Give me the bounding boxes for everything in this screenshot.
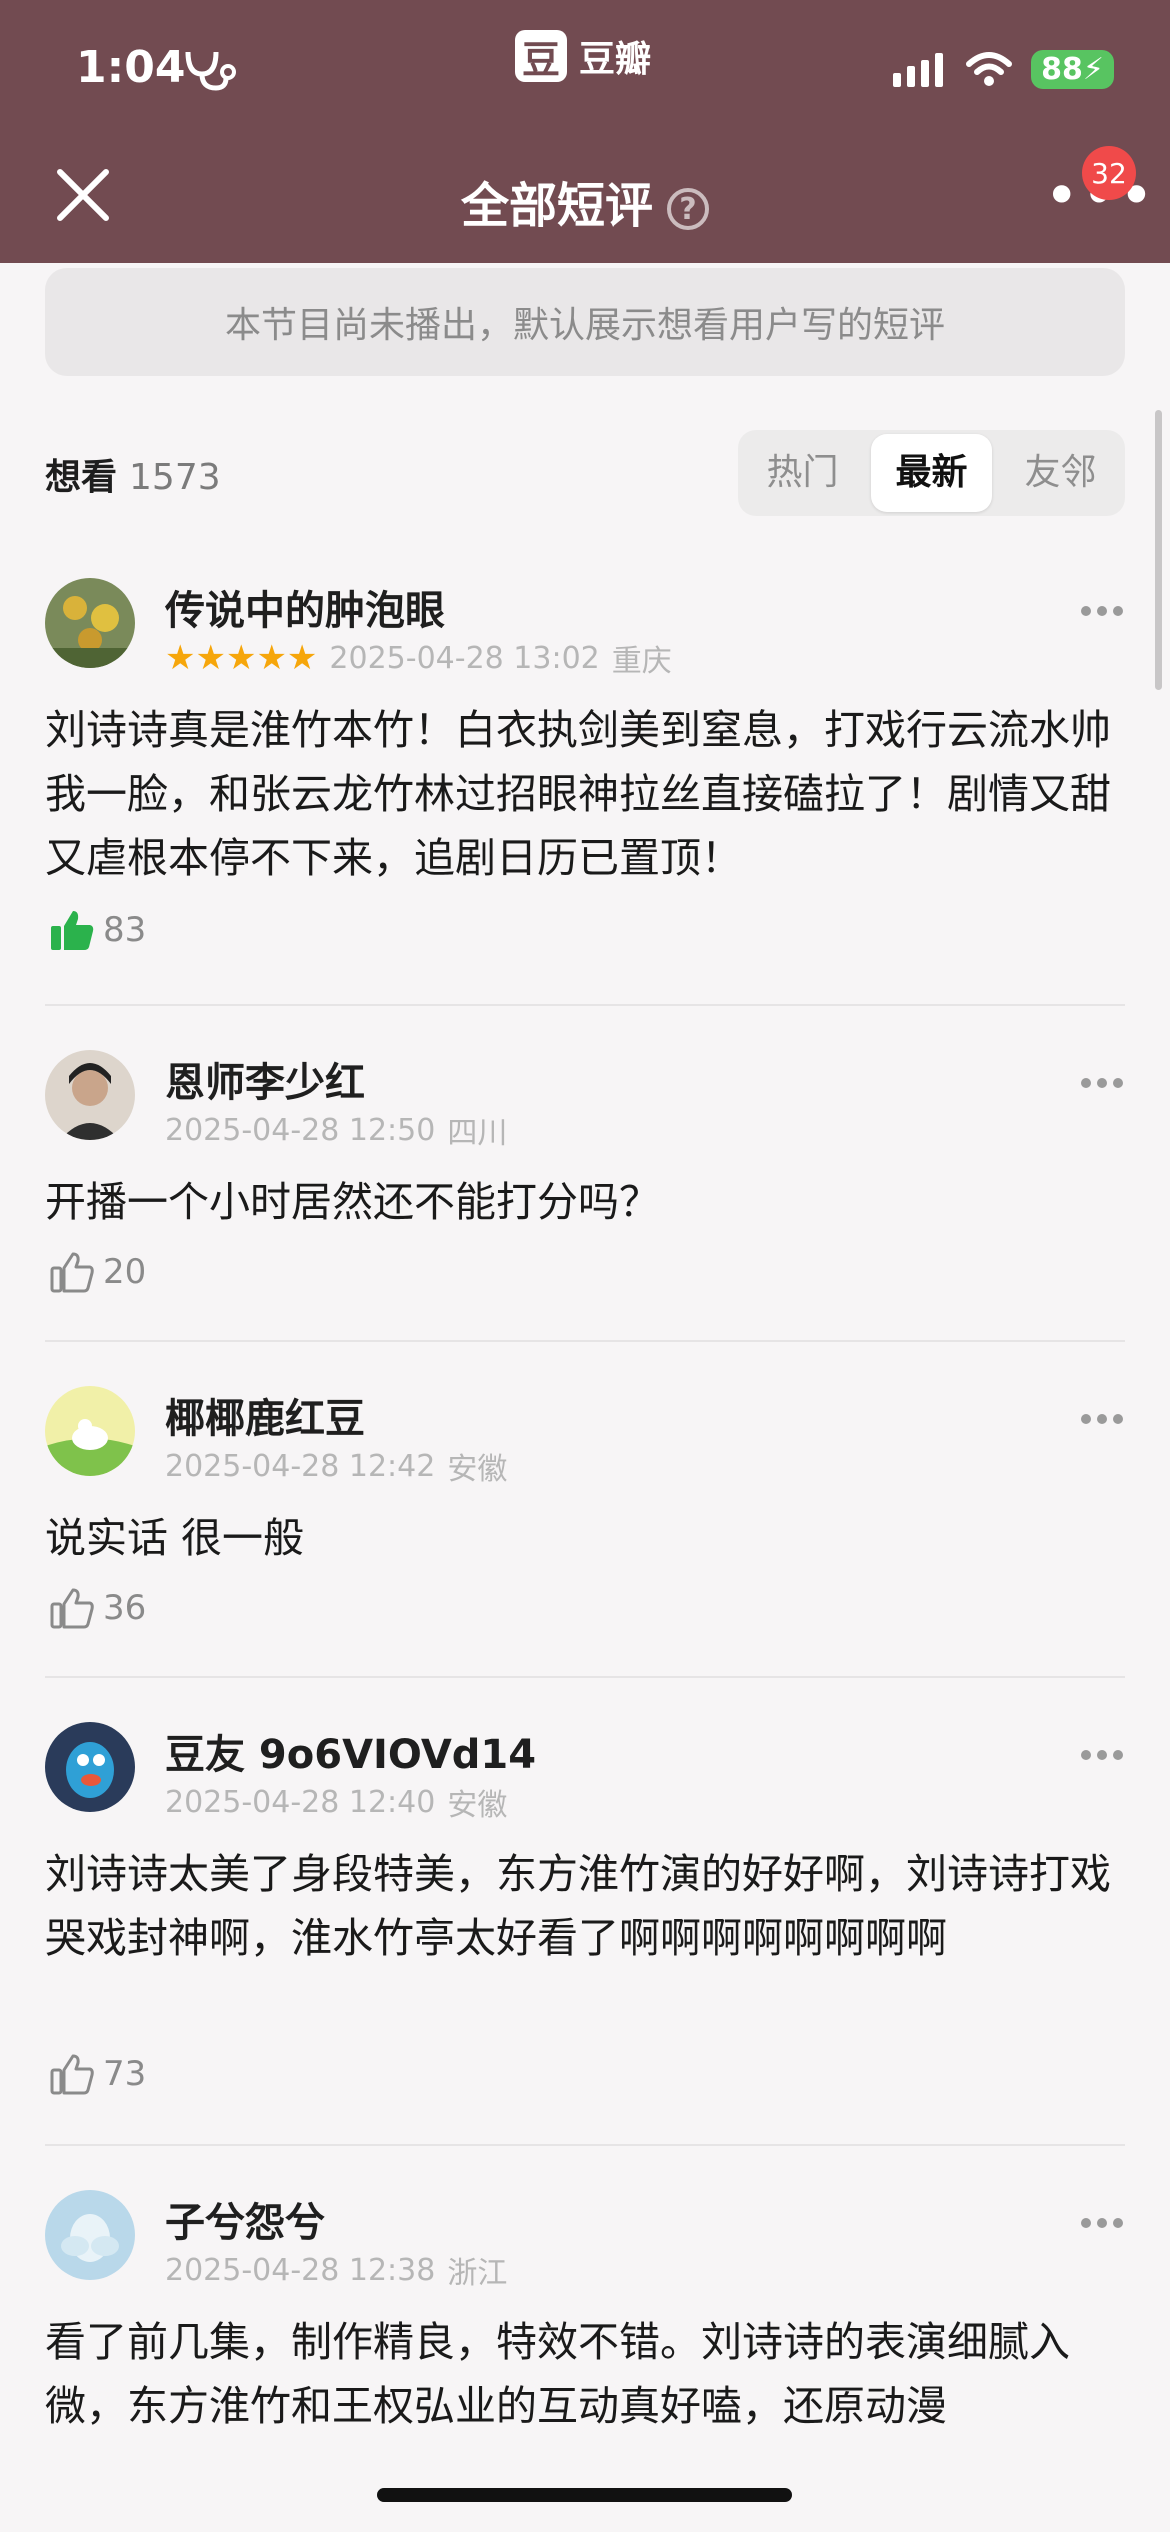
like-button[interactable]: 73 bbox=[49, 2052, 146, 2096]
like-count: 20 bbox=[103, 1252, 147, 1292]
review-content: 刘诗诗真是淮竹本竹！白衣执剑美到窒息，打戏行云流水帅我一脸，和张云龙竹林过招眼神… bbox=[45, 706, 1111, 882]
cellular-signal-icon bbox=[893, 52, 944, 87]
like-count: 36 bbox=[103, 1588, 147, 1628]
review-meta: 2025-04-28 12:38 浙江 bbox=[165, 2248, 507, 2292]
review-location: 重庆 bbox=[611, 644, 672, 679]
count-value: 1573 bbox=[129, 457, 221, 498]
page-title-text: 全部短评 bbox=[460, 178, 653, 234]
review-meta: 2025-04-28 12:40 安徽 bbox=[165, 1780, 507, 1824]
avatar[interactable] bbox=[45, 1386, 135, 1476]
more-icon[interactable] bbox=[1079, 604, 1125, 618]
more-icon[interactable] bbox=[1079, 2216, 1125, 2230]
reviewer-name[interactable]: 豆友 9o6VIOVd14 bbox=[165, 1722, 536, 1780]
reviewer-name[interactable]: 椰椰鹿红豆 bbox=[165, 1386, 365, 1444]
review-date: 2025-04-28 12:42 bbox=[165, 1448, 436, 1484]
sort-tabs: 热门 最新 友邻 bbox=[738, 430, 1125, 516]
reviewer-name[interactable]: 传说中的肿泡眼 bbox=[165, 578, 445, 636]
stethoscope-icon bbox=[185, 51, 236, 91]
battery-level: 88 bbox=[1041, 52, 1083, 87]
wifi-icon bbox=[966, 51, 1013, 86]
status-time: 1:04 bbox=[76, 42, 186, 93]
like-button[interactable]: 36 bbox=[49, 1586, 146, 1630]
douban-logo: 豆 bbox=[515, 30, 567, 82]
help-icon[interactable]: ? bbox=[667, 188, 709, 230]
tab-latest[interactable]: 最新 bbox=[871, 434, 992, 512]
count-row: 想看 1573 bbox=[45, 448, 221, 500]
rating-stars: ★★★★★ bbox=[165, 638, 318, 678]
divider bbox=[45, 1340, 1125, 1342]
scrollbar[interactable] bbox=[1155, 410, 1162, 690]
review-meta: 2025-04-28 12:42 安徽 bbox=[165, 1444, 507, 1488]
app-name: 豆瓣 bbox=[579, 39, 652, 80]
status-indicators: 88⚡ bbox=[893, 50, 1114, 89]
avatar[interactable] bbox=[45, 1050, 135, 1140]
notice-banner: 本节目尚未播出，默认展示想看用户写的短评 bbox=[45, 268, 1125, 376]
review-content: 看了前几集，制作精良，特效不错。刘诗诗的表演细腻入微，东方淮竹和王权弘业的互动真… bbox=[45, 2318, 1070, 2430]
more-icon[interactable] bbox=[1079, 1748, 1125, 1762]
notification-badge: 32 bbox=[1082, 146, 1136, 200]
tab-hot[interactable]: 热门 bbox=[742, 434, 863, 512]
divider bbox=[45, 1004, 1125, 1006]
home-indicator[interactable] bbox=[377, 2488, 792, 2502]
status-app: 豆 豆瓣 bbox=[515, 30, 651, 82]
review-content: 说实话 很一般 bbox=[45, 1514, 305, 1562]
battery-indicator: 88⚡ bbox=[1031, 50, 1114, 89]
review-date: 2025-04-28 12:50 bbox=[165, 1112, 436, 1148]
like-button[interactable]: 20 bbox=[49, 1250, 146, 1294]
reviewer-name[interactable]: 恩师李少红 bbox=[165, 1050, 365, 1108]
thumbs-up-icon bbox=[50, 2054, 94, 2095]
review-date: 2025-04-28 12:40 bbox=[165, 1784, 436, 1820]
page-title: 全部短评? bbox=[0, 166, 1170, 236]
review-date: 2025-04-28 13:02 bbox=[329, 640, 600, 676]
thumbs-up-icon bbox=[51, 911, 94, 950]
more-icon[interactable] bbox=[1079, 1076, 1125, 1090]
tab-friends[interactable]: 友邻 bbox=[1000, 434, 1121, 512]
like-button[interactable]: 83 bbox=[49, 908, 146, 952]
thumbs-up-icon bbox=[50, 1588, 94, 1629]
review-location: 浙江 bbox=[447, 2256, 508, 2291]
like-count: 83 bbox=[103, 910, 147, 950]
avatar[interactable] bbox=[45, 2190, 135, 2280]
review-content: 开播一个小时居然还不能打分吗？ bbox=[45, 1178, 660, 1226]
review-content: 刘诗诗太美了身段特美，东方淮竹演的好好啊，刘诗诗打戏哭戏封神啊，淮水竹亭太好看了… bbox=[45, 1850, 1111, 1962]
review-location: 四川 bbox=[447, 1116, 508, 1151]
review-meta: 2025-04-28 12:50 四川 bbox=[165, 1108, 507, 1152]
review-location: 安徽 bbox=[447, 1452, 508, 1487]
divider bbox=[45, 2144, 1125, 2146]
reviewer-name[interactable]: 子兮怨兮 bbox=[165, 2190, 325, 2248]
like-count: 73 bbox=[103, 2054, 147, 2094]
avatar[interactable] bbox=[45, 578, 135, 668]
more-icon[interactable] bbox=[1079, 1412, 1125, 1426]
divider bbox=[45, 1676, 1125, 1678]
review-date: 2025-04-28 12:38 bbox=[165, 2252, 436, 2288]
review-location: 安徽 bbox=[447, 1788, 508, 1823]
top-bar: 1:04 豆 豆瓣 88⚡ 全部短评? ••• 32 bbox=[0, 0, 1170, 263]
review-meta: ★★★★★ 2025-04-28 13:02 重庆 bbox=[165, 636, 672, 680]
count-label: 想看 bbox=[45, 457, 118, 498]
avatar[interactable] bbox=[45, 1722, 135, 1812]
thumbs-up-icon bbox=[50, 1252, 94, 1293]
